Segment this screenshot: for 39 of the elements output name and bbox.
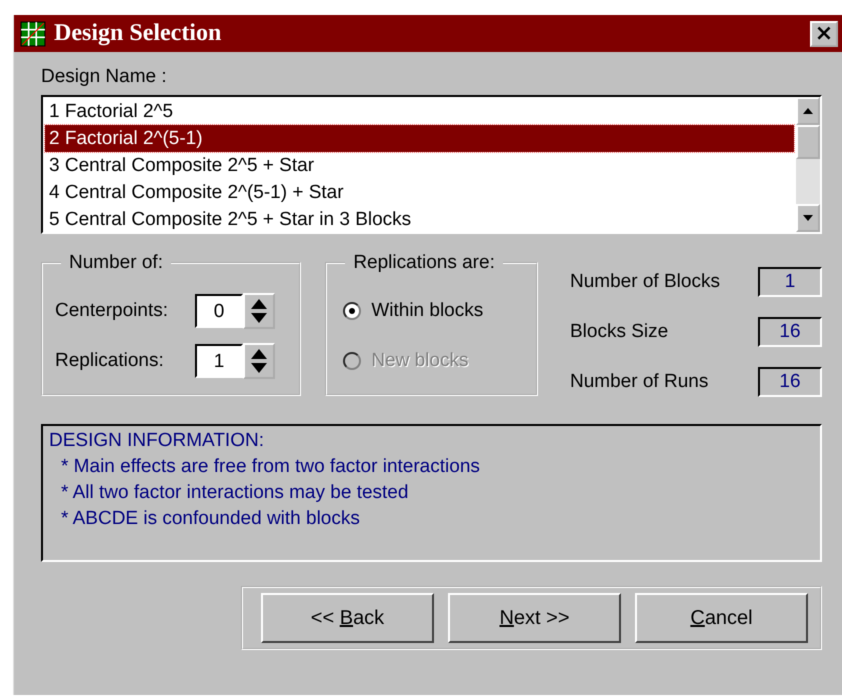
radio-label: New blocks: [371, 350, 468, 372]
stat-label: Blocks Size: [570, 321, 668, 343]
group-title: Number of:: [68, 252, 164, 274]
wizard-button[interactable]: << Back: [261, 593, 434, 643]
spin-button[interactable]: [243, 293, 275, 329]
design-list-item[interactable]: 4 Central Composite 2^(5-1) + Star: [45, 179, 794, 206]
design-list-item[interactable]: 5 Central Composite 2^5 + Star in 3 Blocks: [45, 206, 794, 233]
stat-value: 16: [758, 367, 822, 397]
group-title: Replications are:: [352, 252, 496, 274]
number-field[interactable]: 0: [195, 294, 243, 328]
stat-label: Number of Blocks: [570, 271, 720, 293]
spinner-label: Centerpoints:: [55, 300, 170, 322]
design-list-item[interactable]: 3 Central Composite 2^5 + Star: [45, 152, 794, 179]
down-arrow-icon: [802, 214, 814, 222]
design-list-item[interactable]: 1 Factorial 2^5: [45, 98, 794, 125]
close-button[interactable]: ×: [810, 20, 838, 46]
up-arrow-icon: [802, 107, 814, 115]
wizard-button[interactable]: Next >>: [448, 593, 621, 643]
scrollbar[interactable]: [796, 97, 820, 232]
spinner-label: Replications:: [55, 350, 165, 372]
info-line: * ABCDE is confounded with blocks: [60, 507, 361, 531]
info-line: * Main effects are free from two factor interactions: [60, 455, 481, 479]
grid-cube-icon: [20, 20, 46, 46]
window-title: Design Selection: [54, 20, 222, 47]
design-list-item[interactable]: 2 Factorial 2^(5-1): [45, 125, 794, 152]
wizard-button[interactable]: Cancel: [635, 593, 808, 643]
scroll-up-button[interactable]: [796, 97, 820, 125]
stat-label: Number of Runs: [570, 371, 708, 393]
scroll-down-button[interactable]: [796, 204, 820, 232]
design-name-label: Design Name :: [41, 66, 168, 89]
stat-value: 16: [758, 317, 822, 347]
scroll-thumb[interactable]: [796, 125, 820, 159]
radio-button[interactable]: [343, 302, 362, 320]
radio-label: Within blocks: [371, 300, 484, 322]
stat-value: 1: [758, 267, 822, 297]
info-heading: DESIGN INFORMATION:: [49, 429, 265, 453]
info-line: * All two factor interactions may be tested: [60, 481, 410, 505]
number-field[interactable]: 1: [195, 344, 243, 378]
spin-button[interactable]: [243, 343, 275, 379]
